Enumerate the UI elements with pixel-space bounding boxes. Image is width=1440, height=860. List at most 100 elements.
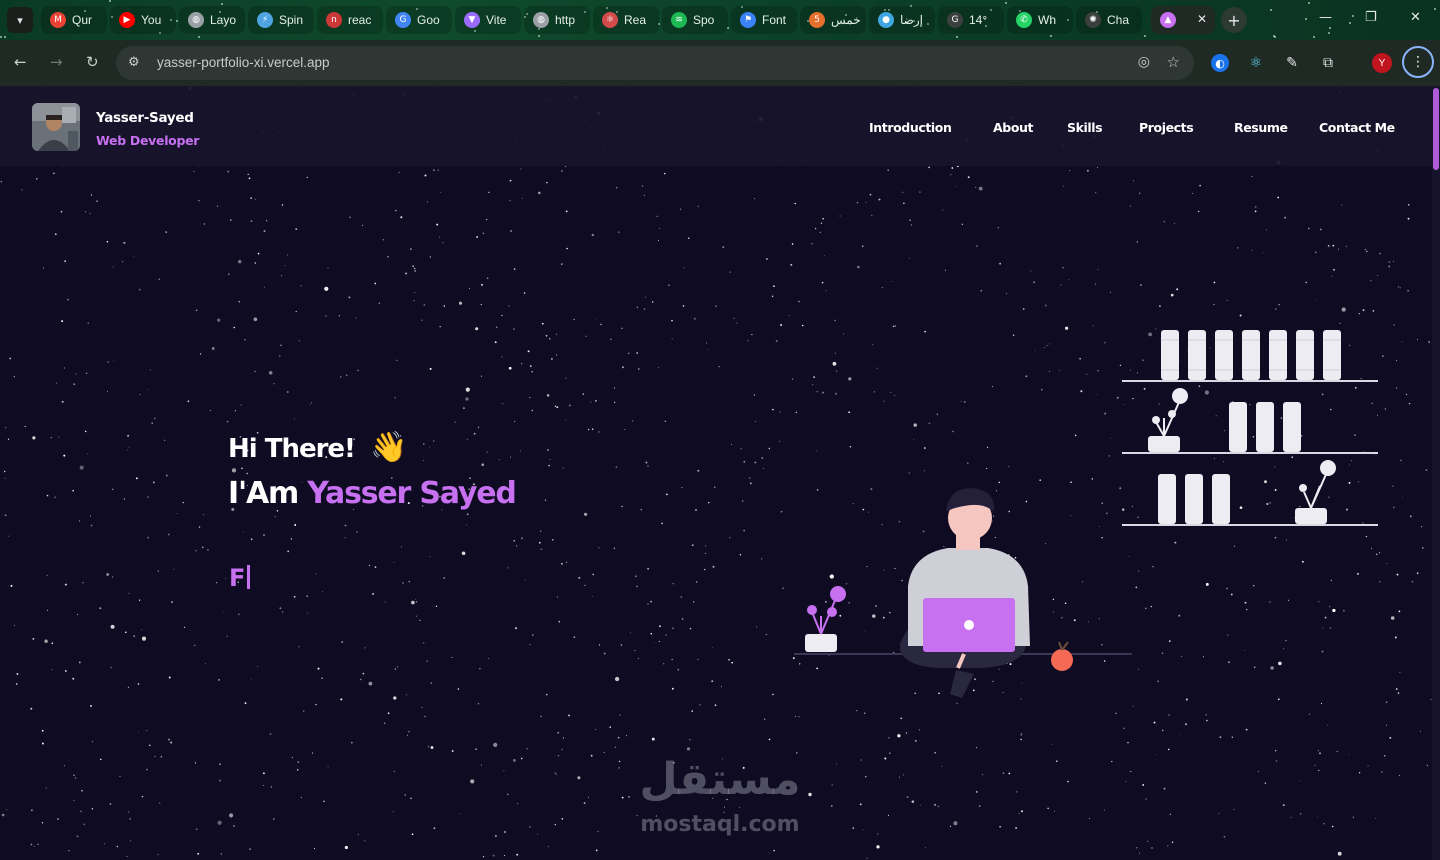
hero-greeting: Hi There! (228, 434, 356, 464)
reload-icon[interactable]: ↻ (86, 53, 99, 71)
nav-contact-me[interactable]: Contact Me (1319, 120, 1395, 135)
star (509, 179, 512, 182)
browser-tab[interactable]: ▲ ✕ (1151, 6, 1215, 34)
nav-projects[interactable]: Projects (1139, 120, 1194, 135)
browser-tab[interactable]: n reac (317, 6, 383, 34)
avatar[interactable] (32, 103, 80, 151)
browser-tab[interactable]: ✆ Wh (1007, 6, 1073, 34)
star (903, 202, 905, 205)
star (529, 826, 531, 828)
browser-tab[interactable]: ◍ http (524, 6, 590, 34)
star (1379, 252, 1381, 255)
puzzle-extensions-icon[interactable]: ⧉ (1319, 54, 1337, 72)
star (614, 746, 617, 749)
tab-search-button[interactable]: ▾ (7, 7, 33, 33)
star (643, 308, 646, 310)
browser-tab[interactable]: ⚡ Spin (248, 6, 314, 34)
browser-menu-button[interactable]: ⋮ (1402, 46, 1434, 78)
new-tab-button[interactable]: + (1221, 7, 1247, 33)
restore-button[interactable]: ❐ (1365, 10, 1377, 25)
star (754, 461, 757, 464)
brand-name[interactable]: Yasser-Sayed (96, 110, 194, 126)
star (159, 802, 161, 804)
tab-title: Qur (72, 13, 93, 27)
star (315, 703, 317, 706)
star (486, 218, 488, 221)
star (1245, 728, 1248, 731)
star (1125, 780, 1127, 782)
star (547, 845, 550, 847)
page-scrollbar-thumb[interactable] (1433, 88, 1439, 170)
star (477, 703, 480, 705)
star (195, 828, 198, 831)
address-bar[interactable]: ⚙ yasser-portfolio-xi.vercel.app ◎ ☆ (116, 46, 1194, 80)
eye-off-icon[interactable]: ◎ (1138, 54, 1150, 70)
star (891, 280, 893, 282)
star (242, 531, 245, 533)
browser-tab[interactable]: ⚛ Rea (593, 6, 659, 34)
react-devtools-icon[interactable]: ⚛ (1247, 54, 1265, 72)
star (479, 668, 481, 670)
browser-tab[interactable]: ⚑ Font (731, 6, 797, 34)
star (1127, 742, 1129, 744)
star (1171, 841, 1174, 843)
star (1123, 727, 1125, 729)
star (862, 829, 864, 831)
star (1086, 169, 1089, 172)
star (1067, 780, 1069, 783)
browser-tab[interactable]: ◍ Layo (179, 6, 245, 34)
browser-tab[interactable]: G 14° (938, 6, 1004, 34)
star (123, 498, 126, 500)
extension-icon[interactable]: ◐ (1211, 54, 1229, 72)
star (934, 751, 937, 754)
star (794, 202, 796, 205)
browser-tab[interactable]: ✺ Cha (1076, 6, 1142, 34)
star (1047, 807, 1049, 810)
forward-arrow-icon[interactable]: → (50, 53, 63, 71)
nav-introduction[interactable]: Introduction (869, 120, 952, 135)
star (82, 582, 84, 584)
browser-tab[interactable]: 5 خمس (800, 6, 866, 34)
browser-tab[interactable]: ▶ You (110, 6, 176, 34)
star (1337, 851, 1342, 856)
star (556, 354, 558, 356)
star (1016, 791, 1018, 793)
site-settings-icon[interactable]: ⚙ (128, 55, 140, 70)
browser-tab[interactable]: G Goo (386, 6, 452, 34)
close-tab-icon[interactable]: ✕ (1197, 12, 1207, 26)
star (137, 731, 139, 732)
star (51, 669, 53, 671)
star (697, 659, 699, 661)
eyedropper-icon[interactable]: ✎ (1283, 54, 1301, 72)
minimize-button[interactable]: — (1319, 10, 1332, 25)
close-window-button[interactable]: ✕ (1410, 10, 1421, 25)
star (823, 255, 825, 257)
page-scrollbar[interactable] (1432, 86, 1440, 860)
star (546, 394, 550, 397)
nav-skills[interactable]: Skills (1067, 120, 1103, 135)
flag-icon: ⚑ (740, 12, 756, 28)
bookmark-star-icon[interactable]: ☆ (1167, 53, 1180, 71)
browser-tab[interactable]: ≋ Spo (662, 6, 728, 34)
star (1254, 206, 1257, 208)
profile-avatar[interactable]: Y (1372, 53, 1392, 73)
star (429, 446, 431, 448)
browser-tab[interactable]: ● إرضا (869, 6, 935, 34)
star (982, 774, 984, 776)
star (951, 167, 954, 169)
back-arrow-icon[interactable]: ← (14, 53, 27, 71)
star (754, 197, 756, 200)
star (99, 607, 102, 610)
url-text[interactable]: yasser-portfolio-xi.vercel.app (157, 55, 330, 70)
star (46, 494, 49, 497)
star (881, 286, 883, 289)
nav-about[interactable]: About (993, 120, 1033, 135)
browser-tab[interactable]: M Qur (41, 6, 107, 34)
nav-resume[interactable]: Resume (1234, 120, 1288, 135)
browser-tab[interactable]: ▼ Vite (455, 6, 521, 34)
star (244, 702, 247, 705)
star (699, 703, 701, 706)
star (552, 539, 554, 541)
star (712, 565, 715, 568)
star (421, 319, 423, 321)
